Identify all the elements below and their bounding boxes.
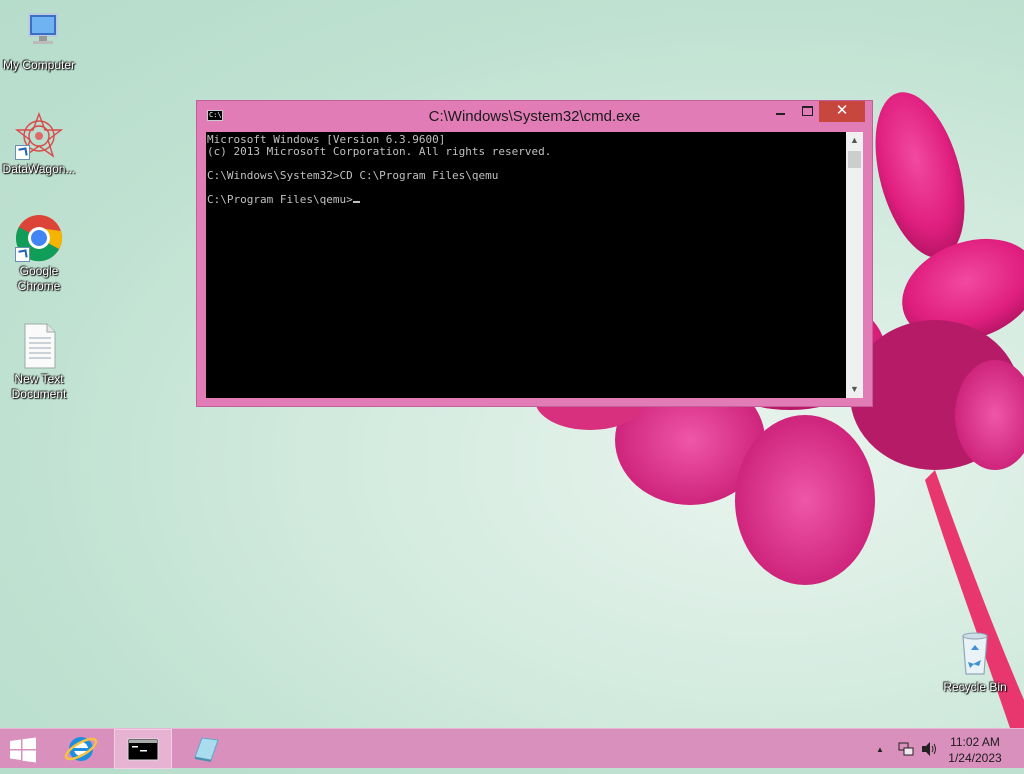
cmd-icon	[127, 738, 159, 761]
notepad-icon	[194, 737, 219, 762]
text-cursor	[352, 201, 360, 203]
desktop-icon-label: Google Chrome	[17, 264, 61, 293]
datawagon-icon	[14, 112, 64, 160]
minimize-icon	[776, 113, 785, 115]
console-line: (c) 2013 Microsoft Corporation. All righ…	[207, 145, 552, 158]
desktop-icon-new-text-document[interactable]: New Text Document	[0, 322, 78, 402]
console-line: C:\Windows\System32>CD C:\Program Files\…	[207, 169, 499, 182]
maximize-button[interactable]	[794, 101, 821, 122]
recycle-bin-icon	[951, 630, 999, 678]
console-prompt: C:\Program Files\qemu>	[207, 193, 353, 206]
desktop-icon-label: My Computer	[2, 58, 76, 72]
minimize-button[interactable]	[767, 101, 794, 122]
taskbar-command-prompt[interactable]	[114, 729, 172, 769]
clock-time: 11:02 AM	[950, 735, 1000, 749]
clock-date: 1/24/2023	[948, 751, 1002, 765]
desktop-icon-label: New Text Document	[11, 372, 67, 401]
ie-icon	[64, 737, 98, 761]
scroll-up-icon[interactable]: ▲	[846, 132, 863, 149]
show-hidden-icons-button[interactable]: ▲	[876, 745, 884, 754]
desktop-icon-google-chrome[interactable]: Google Chrome	[0, 214, 78, 294]
start-button[interactable]	[8, 737, 38, 763]
maximize-icon	[802, 106, 813, 116]
desktop-icon-datawagon[interactable]: DataWagon...	[0, 112, 78, 177]
close-icon: ✕	[835, 102, 849, 119]
vertical-scrollbar[interactable]: ▲ ▼	[846, 132, 863, 398]
desktop-icon-label: Recycle Bin	[943, 680, 1007, 694]
windows-logo-icon	[10, 737, 36, 763]
taskbar: ▲ 11:02 AM 1/24/2023	[0, 728, 1024, 769]
desktop-icon-my-computer[interactable]: My Computer	[0, 8, 78, 73]
desktop-icon-label: DataWagon...	[2, 162, 76, 176]
cmd-window[interactable]: C:\ C:\Windows\System32\cmd.exe ✕ Micros…	[196, 100, 873, 407]
volume-icon[interactable]	[920, 741, 938, 760]
console-prompt-line: C:\Program Files\qemu>	[207, 194, 846, 206]
taskbar-internet-explorer[interactable]	[52, 729, 110, 769]
network-icon[interactable]	[898, 741, 914, 760]
scroll-thumb[interactable]	[848, 151, 861, 168]
chrome-icon	[15, 214, 63, 262]
shortcut-arrow-icon	[15, 145, 30, 160]
close-button[interactable]: ✕	[819, 101, 865, 122]
text-document-icon	[15, 322, 63, 370]
shortcut-arrow-icon	[15, 247, 30, 262]
taskbar-notepad[interactable]	[176, 729, 234, 769]
desktop-icon-recycle-bin[interactable]: Recycle Bin	[936, 630, 1014, 695]
console-output[interactable]: Microsoft Windows [Version 6.3.9600] (c) …	[206, 132, 846, 398]
system-clock[interactable]: 11:02 AM 1/24/2023	[945, 734, 1005, 766]
title-bar[interactable]: C:\ C:\Windows\System32\cmd.exe ✕	[197, 101, 872, 131]
computer-icon	[15, 8, 63, 56]
scroll-down-icon[interactable]: ▼	[846, 381, 863, 398]
